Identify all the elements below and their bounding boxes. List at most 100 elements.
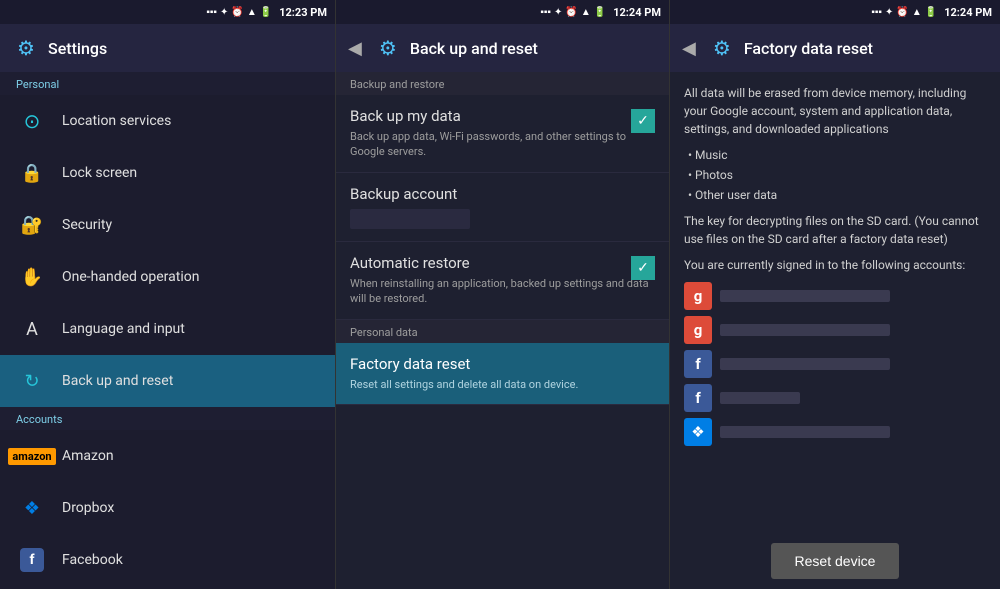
factory-content: All data will be erased from device memo…: [670, 72, 1000, 533]
account-email-f2: [720, 392, 800, 404]
signal-icon-mid: ▪▪▪: [540, 7, 551, 18]
backup-restore-label: Backup and restore: [336, 72, 669, 95]
bluetooth-icon-right: ✦: [885, 7, 893, 18]
sidebar-item-facebook[interactable]: f Facebook: [0, 534, 335, 586]
reset-device-button[interactable]: Reset device: [771, 543, 900, 579]
wifi-icon-mid: ▲: [581, 7, 591, 18]
facebook-icon-1: f: [684, 350, 712, 378]
facebook-label: Facebook: [62, 552, 123, 568]
factory-gear-icon: ⚙: [708, 34, 736, 62]
alarm-icon: ⏰: [231, 7, 243, 18]
factory-title: Factory data reset: [744, 39, 873, 58]
battery-icon: 🔋: [260, 7, 272, 18]
sidebar-item-location-services[interactable]: ⊙ Location services: [0, 95, 335, 147]
location-icon: ⊙: [16, 105, 48, 137]
dropbox-icon: ❖: [16, 492, 48, 524]
bullet-music: • Music: [688, 146, 986, 164]
bullet-other: • Other user data: [688, 186, 986, 204]
back-arrow-mid[interactable]: ◀: [348, 38, 362, 59]
personal-data-label: Personal data: [336, 320, 669, 343]
facebook-icon-2: f: [684, 384, 712, 412]
sidebar-item-amazon[interactable]: amazon Amazon: [0, 430, 335, 482]
wifi-icon-right: ▲: [912, 7, 922, 18]
one-handed-icon: ✋: [16, 261, 48, 293]
backup-my-data-title: Back up my data: [350, 107, 655, 125]
settings-top-bar: ⚙ Settings: [0, 24, 335, 72]
backup-label: Back up and reset: [62, 373, 173, 389]
backup-account-title: Backup account: [350, 185, 655, 203]
lock-screen-icon: 🔒: [16, 157, 48, 189]
backup-my-data-item[interactable]: Back up my data Back up app data, Wi-Fi …: [336, 95, 669, 173]
account-email-f1: [720, 358, 890, 370]
sidebar-item-one-handed[interactable]: ✋ One-handed operation: [0, 251, 335, 303]
status-bar-left: ▪▪▪ ✦ ⏰ ▲ 🔋 12:23 PM: [0, 0, 335, 24]
bluetooth-icon: ✦: [220, 7, 228, 18]
bullet-photos: • Photos: [688, 166, 986, 184]
factory-description: All data will be erased from device memo…: [684, 84, 986, 138]
factory-reset-panel: ▪▪▪ ✦ ⏰ ▲ 🔋 12:24 PM ◀ ⚙ Factory data re…: [670, 0, 1000, 589]
alarm-icon-right: ⏰: [896, 7, 908, 18]
lock-screen-label: Lock screen: [62, 165, 137, 181]
bullet-list: • Music • Photos • Other user data: [688, 146, 986, 204]
alarm-icon-mid: ⏰: [565, 7, 577, 18]
google-icon-2: g: [684, 316, 712, 344]
status-bar-right: ▪▪▪ ✦ ⏰ ▲ 🔋 12:24 PM: [670, 0, 1000, 24]
dropbox-label: Dropbox: [62, 500, 114, 516]
account-email-g1: [720, 290, 890, 302]
account-row-g2: g: [684, 316, 986, 344]
settings-panel: ▪▪▪ ✦ ⏰ ▲ 🔋 12:23 PM ⚙ Settings Personal…: [0, 0, 336, 589]
signal-icon: ▪▪▪: [206, 7, 217, 18]
time-left: 12:23 PM: [279, 6, 327, 19]
signal-icon-right: ▪▪▪: [871, 7, 882, 18]
auto-restore-item[interactable]: Automatic restore When reinstalling an a…: [336, 242, 669, 320]
sidebar-item-security[interactable]: 🔐 Security: [0, 199, 335, 251]
account-row-g1: g: [684, 282, 986, 310]
backup-top-bar: ◀ ⚙ Back up and reset: [336, 24, 669, 72]
factory-top-bar: ◀ ⚙ Factory data reset: [670, 24, 1000, 72]
time-right: 12:24 PM: [944, 6, 992, 19]
battery-icon-mid: 🔋: [594, 7, 606, 18]
sidebar-item-lock-screen[interactable]: 🔒 Lock screen: [0, 147, 335, 199]
backup-gear-icon: ⚙: [374, 34, 402, 62]
account-row-f1: f: [684, 350, 986, 378]
bluetooth-icon-mid: ✦: [554, 7, 562, 18]
account-email-db1: [720, 426, 890, 438]
location-services-label: Location services: [62, 113, 171, 129]
auto-restore-sub: When reinstalling an application, backed…: [350, 276, 655, 307]
status-bar-mid: ▪▪▪ ✦ ⏰ ▲ 🔋 12:24 PM: [336, 0, 669, 24]
amazon-icon: amazon: [16, 440, 48, 472]
google-icon-1: g: [684, 282, 712, 310]
wifi-icon: ▲: [247, 7, 257, 18]
sd-card-note: The key for decrypting files on the SD c…: [684, 212, 986, 248]
factory-reset-title: Factory data reset: [350, 355, 655, 373]
status-icons-left: ▪▪▪ ✦ ⏰ ▲ 🔋 12:23 PM: [206, 6, 327, 19]
backup-panel: ▪▪▪ ✦ ⏰ ▲ 🔋 12:24 PM ◀ ⚙ Back up and res…: [336, 0, 670, 589]
accounts-section: You are currently signed in to the follo…: [684, 256, 986, 446]
security-icon: 🔐: [16, 209, 48, 241]
sidebar-item-dropbox[interactable]: ❖ Dropbox: [0, 482, 335, 534]
status-icons-right: ▪▪▪ ✦ ⏰ ▲ 🔋 12:24 PM: [871, 6, 992, 19]
time-mid: 12:24 PM: [613, 6, 661, 19]
dropbox-icon-right: ❖: [684, 418, 712, 446]
account-email-g2: [720, 324, 890, 336]
account-row-f2: f: [684, 384, 986, 412]
settings-gear-icon: ⚙: [12, 34, 40, 62]
security-label: Security: [62, 217, 112, 233]
backup-my-data-check[interactable]: ✓: [631, 109, 655, 133]
factory-reset-item[interactable]: Factory data reset Reset all settings an…: [336, 343, 669, 405]
backup-account-item[interactable]: Backup account: [336, 173, 669, 242]
sidebar-item-language[interactable]: A Language and input: [0, 303, 335, 355]
facebook-icon: f: [16, 544, 48, 576]
amazon-label: Amazon: [62, 448, 114, 464]
accounts-section-header: Accounts: [0, 407, 335, 430]
back-arrow-right[interactable]: ◀: [682, 38, 696, 59]
backup-title: Back up and reset: [410, 39, 538, 58]
battery-icon-right: 🔋: [925, 7, 937, 18]
sidebar-item-backup[interactable]: ↻ Back up and reset: [0, 355, 335, 407]
settings-title: Settings: [48, 39, 107, 58]
one-handed-label: One-handed operation: [62, 269, 199, 285]
backup-icon: ↻: [16, 365, 48, 397]
backup-my-data-sub: Back up app data, Wi-Fi passwords, and o…: [350, 129, 655, 160]
auto-restore-check[interactable]: ✓: [631, 256, 655, 280]
accounts-note: You are currently signed in to the follo…: [684, 256, 986, 274]
